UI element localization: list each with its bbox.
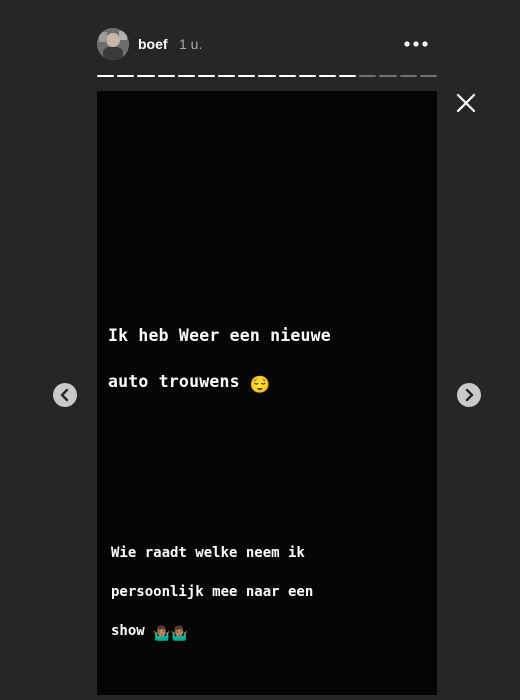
previous-story-button[interactable] — [53, 383, 77, 407]
timestamp: 1 u. — [179, 36, 203, 52]
relieved-face-emoji: 😌 — [249, 375, 271, 394]
progress-segment — [137, 75, 155, 77]
progress-segment — [419, 75, 437, 77]
story-media[interactable]: Ik heb Weer een nieuwe auto trouwens 😌 W… — [97, 91, 437, 695]
progress-segment — [157, 75, 175, 77]
more-options-icon — [404, 41, 428, 47]
story-text-upper: Ik heb Weer een nieuwe auto trouwens 😌 — [108, 301, 428, 419]
story-header: boef 1 u. — [97, 28, 437, 62]
progress-segment-current — [339, 75, 357, 77]
story-text-line: show 🤷🏽‍♂️🤷🏽‍♂️ — [111, 622, 431, 645]
story-text-line: persoonlijk mee naar een — [111, 583, 314, 600]
close-button[interactable] — [455, 92, 477, 114]
progress-segment — [278, 75, 296, 77]
chevron-left-icon — [60, 388, 69, 402]
progress-segment — [117, 75, 135, 77]
progress-segment — [238, 75, 256, 77]
next-story-button[interactable] — [457, 383, 481, 407]
more-options-button[interactable] — [403, 34, 429, 54]
progress-segment — [258, 75, 276, 77]
close-icon — [456, 93, 476, 113]
story-text-fragment: show — [111, 622, 145, 639]
avatar[interactable] — [97, 28, 129, 60]
story-text-fragment: auto trouwens — [108, 372, 240, 391]
story-text-line: Wie raadt welke neem ik — [111, 544, 305, 561]
story-progress-bar — [97, 75, 437, 78]
progress-segment — [298, 75, 316, 77]
progress-segment — [359, 75, 377, 77]
username[interactable]: boef — [138, 36, 168, 52]
shrug-emoji: 🤷🏽‍♂️🤷🏽‍♂️ — [153, 625, 189, 642]
progress-segment — [97, 75, 115, 77]
story-viewer: boef 1 u. Ik heb Weer een nieuwe auto tr… — [0, 0, 520, 700]
avatar-image — [97, 28, 129, 60]
chevron-right-icon — [465, 388, 474, 402]
progress-segment — [399, 75, 417, 77]
story-text-line: Ik heb Weer een nieuwe — [108, 326, 331, 345]
progress-segment — [197, 75, 216, 77]
progress-segment — [218, 75, 236, 77]
progress-segment — [379, 75, 397, 77]
progress-segment — [177, 75, 195, 77]
story-text-line: auto trouwens 😌 — [108, 370, 428, 396]
story-text-lower: Wie raadt welke neem ik persoonlijk mee … — [111, 524, 431, 664]
progress-segment — [318, 75, 337, 77]
